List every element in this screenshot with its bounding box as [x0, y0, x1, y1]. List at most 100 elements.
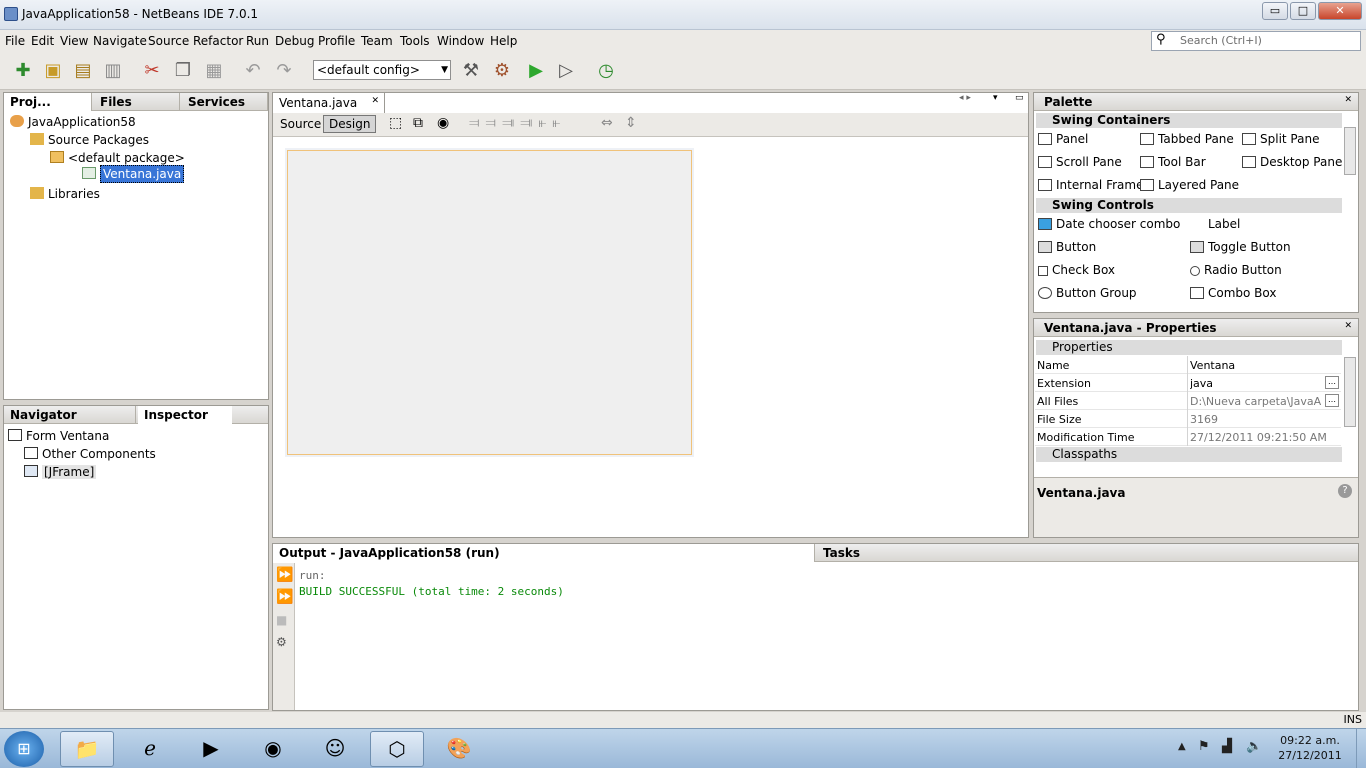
copy-icon[interactable]: ❐	[172, 60, 194, 82]
open-project-icon[interactable]: ▤	[72, 60, 94, 82]
connection-mode-icon[interactable]: ⧉	[413, 115, 423, 131]
tree-form[interactable]: Form Ventana	[8, 429, 109, 443]
palette-item-button-group[interactable]: Button Group	[1038, 286, 1137, 300]
paste-icon[interactable]: ▦	[203, 60, 225, 82]
help-icon[interactable]: ?	[1338, 484, 1352, 498]
maximize-button[interactable]: □	[1290, 2, 1316, 20]
rerun-icon[interactable]: ⏩	[276, 567, 293, 583]
config-select[interactable]: <default config> ▼	[313, 60, 451, 80]
palette-item-check-box[interactable]: Check Box	[1038, 263, 1115, 277]
palette-item-desktop-pane[interactable]: Desktop Pane	[1242, 155, 1342, 169]
palette-item-toggle-button[interactable]: Toggle Button	[1190, 240, 1291, 254]
maximize-editor-icon[interactable]: ▭	[1015, 93, 1024, 103]
build-icon[interactable]: ⚒	[460, 60, 482, 82]
tab-inspector[interactable]: Inspector	[138, 406, 232, 424]
menu-window[interactable]: Window	[437, 34, 484, 48]
menu-run[interactable]: Run	[246, 34, 269, 48]
menu-file[interactable]: File	[5, 34, 25, 48]
tab-navigator[interactable]: Navigator	[4, 406, 136, 424]
property-row[interactable]: All Files D:\Nueva carpeta\JavaAp...…	[1035, 392, 1341, 410]
close-icon[interactable]: ✕	[1344, 95, 1352, 105]
palette-scrollbar[interactable]	[1344, 127, 1356, 175]
palette-item-panel[interactable]: Panel	[1038, 132, 1088, 146]
menu-source[interactable]: Source	[148, 34, 189, 48]
palette-item-split-pane[interactable]: Split Pane	[1242, 132, 1319, 146]
show-hidden-icons[interactable]: ▲	[1178, 741, 1186, 752]
menu-team[interactable]: Team	[361, 34, 393, 48]
tree-libraries[interactable]: Libraries	[30, 187, 100, 201]
menu-refactor[interactable]: Refactor	[193, 34, 243, 48]
tab-projects[interactable]: Proj...	[4, 93, 92, 111]
properties-section[interactable]: Properties	[1036, 340, 1342, 355]
menu-view[interactable]: View	[60, 34, 88, 48]
close-icon[interactable]: ✕	[1344, 321, 1352, 331]
menu-tools[interactable]: Tools	[400, 34, 430, 48]
palette-item-layered-pane[interactable]: Layered Pane	[1140, 178, 1239, 192]
settings-icon[interactable]: ⚙	[276, 635, 287, 649]
undo-icon[interactable]: ↶	[242, 60, 264, 82]
action-center-icon[interactable]: ⚑	[1198, 739, 1210, 754]
menu-profile[interactable]: Profile	[318, 34, 355, 48]
palette-item-combo-box[interactable]: Combo Box	[1190, 286, 1277, 300]
clock[interactable]: 09:22 a.m. 27/12/2011	[1270, 733, 1350, 763]
new-project-icon[interactable]: ▣	[42, 60, 64, 82]
tab-list-icon[interactable]: ▾	[993, 93, 998, 103]
tree-file-ventana[interactable]: Ventana.java	[82, 165, 185, 183]
volume-icon[interactable]: 🔈	[1246, 739, 1262, 754]
palette-item-radio-button[interactable]: Radio Button	[1190, 263, 1282, 277]
show-desktop-button[interactable]	[1356, 729, 1366, 768]
property-row[interactable]: Extension java…	[1035, 374, 1341, 392]
cut-icon[interactable]: ✂	[141, 60, 163, 82]
palette-item-label[interactable]: Label	[1190, 217, 1240, 231]
close-button[interactable]: ✕	[1318, 2, 1362, 20]
palette-item-date-chooser[interactable]: Date chooser combo	[1038, 217, 1180, 231]
properties-scrollbar[interactable]	[1344, 357, 1356, 427]
start-button[interactable]: ⊞	[4, 731, 44, 767]
debug-icon[interactable]: ▷	[555, 60, 577, 82]
tree-jframe[interactable]: [JFrame]	[24, 465, 97, 479]
menu-navigate[interactable]: Navigate	[93, 34, 147, 48]
stop-icon[interactable]: ■	[276, 613, 287, 627]
classpaths-section[interactable]: Classpaths	[1036, 447, 1342, 462]
profile-icon[interactable]: ◷	[595, 60, 617, 82]
tree-project-root[interactable]: JavaApplication58	[10, 115, 136, 129]
tab-services[interactable]: Services	[182, 93, 268, 111]
save-all-icon[interactable]: ▥	[102, 60, 124, 82]
jframe-design-canvas[interactable]	[287, 150, 692, 455]
tree-other-components[interactable]: Other Components	[24, 447, 156, 461]
network-icon[interactable]: ▟	[1222, 739, 1232, 754]
new-file-icon[interactable]: ✚	[12, 60, 34, 82]
palette-item-tool-bar[interactable]: Tool Bar	[1140, 155, 1206, 169]
redo-icon[interactable]: ↷	[273, 60, 295, 82]
tab-files[interactable]: Files	[94, 93, 180, 111]
close-tab-icon[interactable]: ✕	[371, 96, 379, 106]
search-input[interactable]: ⚲ Search (Ctrl+I)	[1151, 31, 1361, 51]
internet-explorer-icon[interactable]: ℯ	[123, 731, 177, 767]
palette-item-scroll-pane[interactable]: Scroll Pane	[1038, 155, 1122, 169]
palette-section-containers[interactable]: Swing Containers	[1036, 113, 1342, 128]
run-icon[interactable]: ▶	[525, 60, 547, 82]
tab-tasks[interactable]: Tasks	[817, 544, 937, 562]
tree-default-package[interactable]: <default package>	[50, 151, 185, 165]
palette-item-tabbed-pane[interactable]: Tabbed Pane	[1140, 132, 1234, 146]
ellipsis-button[interactable]: …	[1325, 376, 1339, 389]
selection-mode-icon[interactable]: ⬚	[389, 115, 402, 131]
rerun-with-params-icon[interactable]: ⏩	[276, 589, 293, 605]
menu-debug[interactable]: Debug	[275, 34, 314, 48]
tree-source-packages[interactable]: Source Packages	[30, 133, 149, 147]
scroll-tabs-icon[interactable]: ◂ ▸	[959, 93, 989, 109]
source-button[interactable]: Source	[277, 116, 324, 132]
minimize-button[interactable]: ▭	[1262, 2, 1288, 20]
messenger-icon[interactable]: ☺	[308, 731, 362, 767]
menu-help[interactable]: Help	[490, 34, 517, 48]
explorer-icon[interactable]: 📁	[60, 731, 114, 767]
palette-item-internal-frame[interactable]: Internal Frame	[1038, 178, 1143, 192]
design-button[interactable]: Design	[323, 115, 377, 133]
menu-edit[interactable]: Edit	[31, 34, 54, 48]
editor-tab[interactable]: Ventana.java ✕	[273, 93, 385, 113]
property-row[interactable]: Name Ventana	[1035, 356, 1341, 374]
preview-icon[interactable]: ◉	[437, 115, 449, 131]
media-player-icon[interactable]: ▶	[184, 731, 238, 767]
property-row[interactable]: Modification Time 27/12/2011 09:21:50 AM	[1035, 428, 1341, 446]
ellipsis-button[interactable]: …	[1325, 394, 1339, 407]
